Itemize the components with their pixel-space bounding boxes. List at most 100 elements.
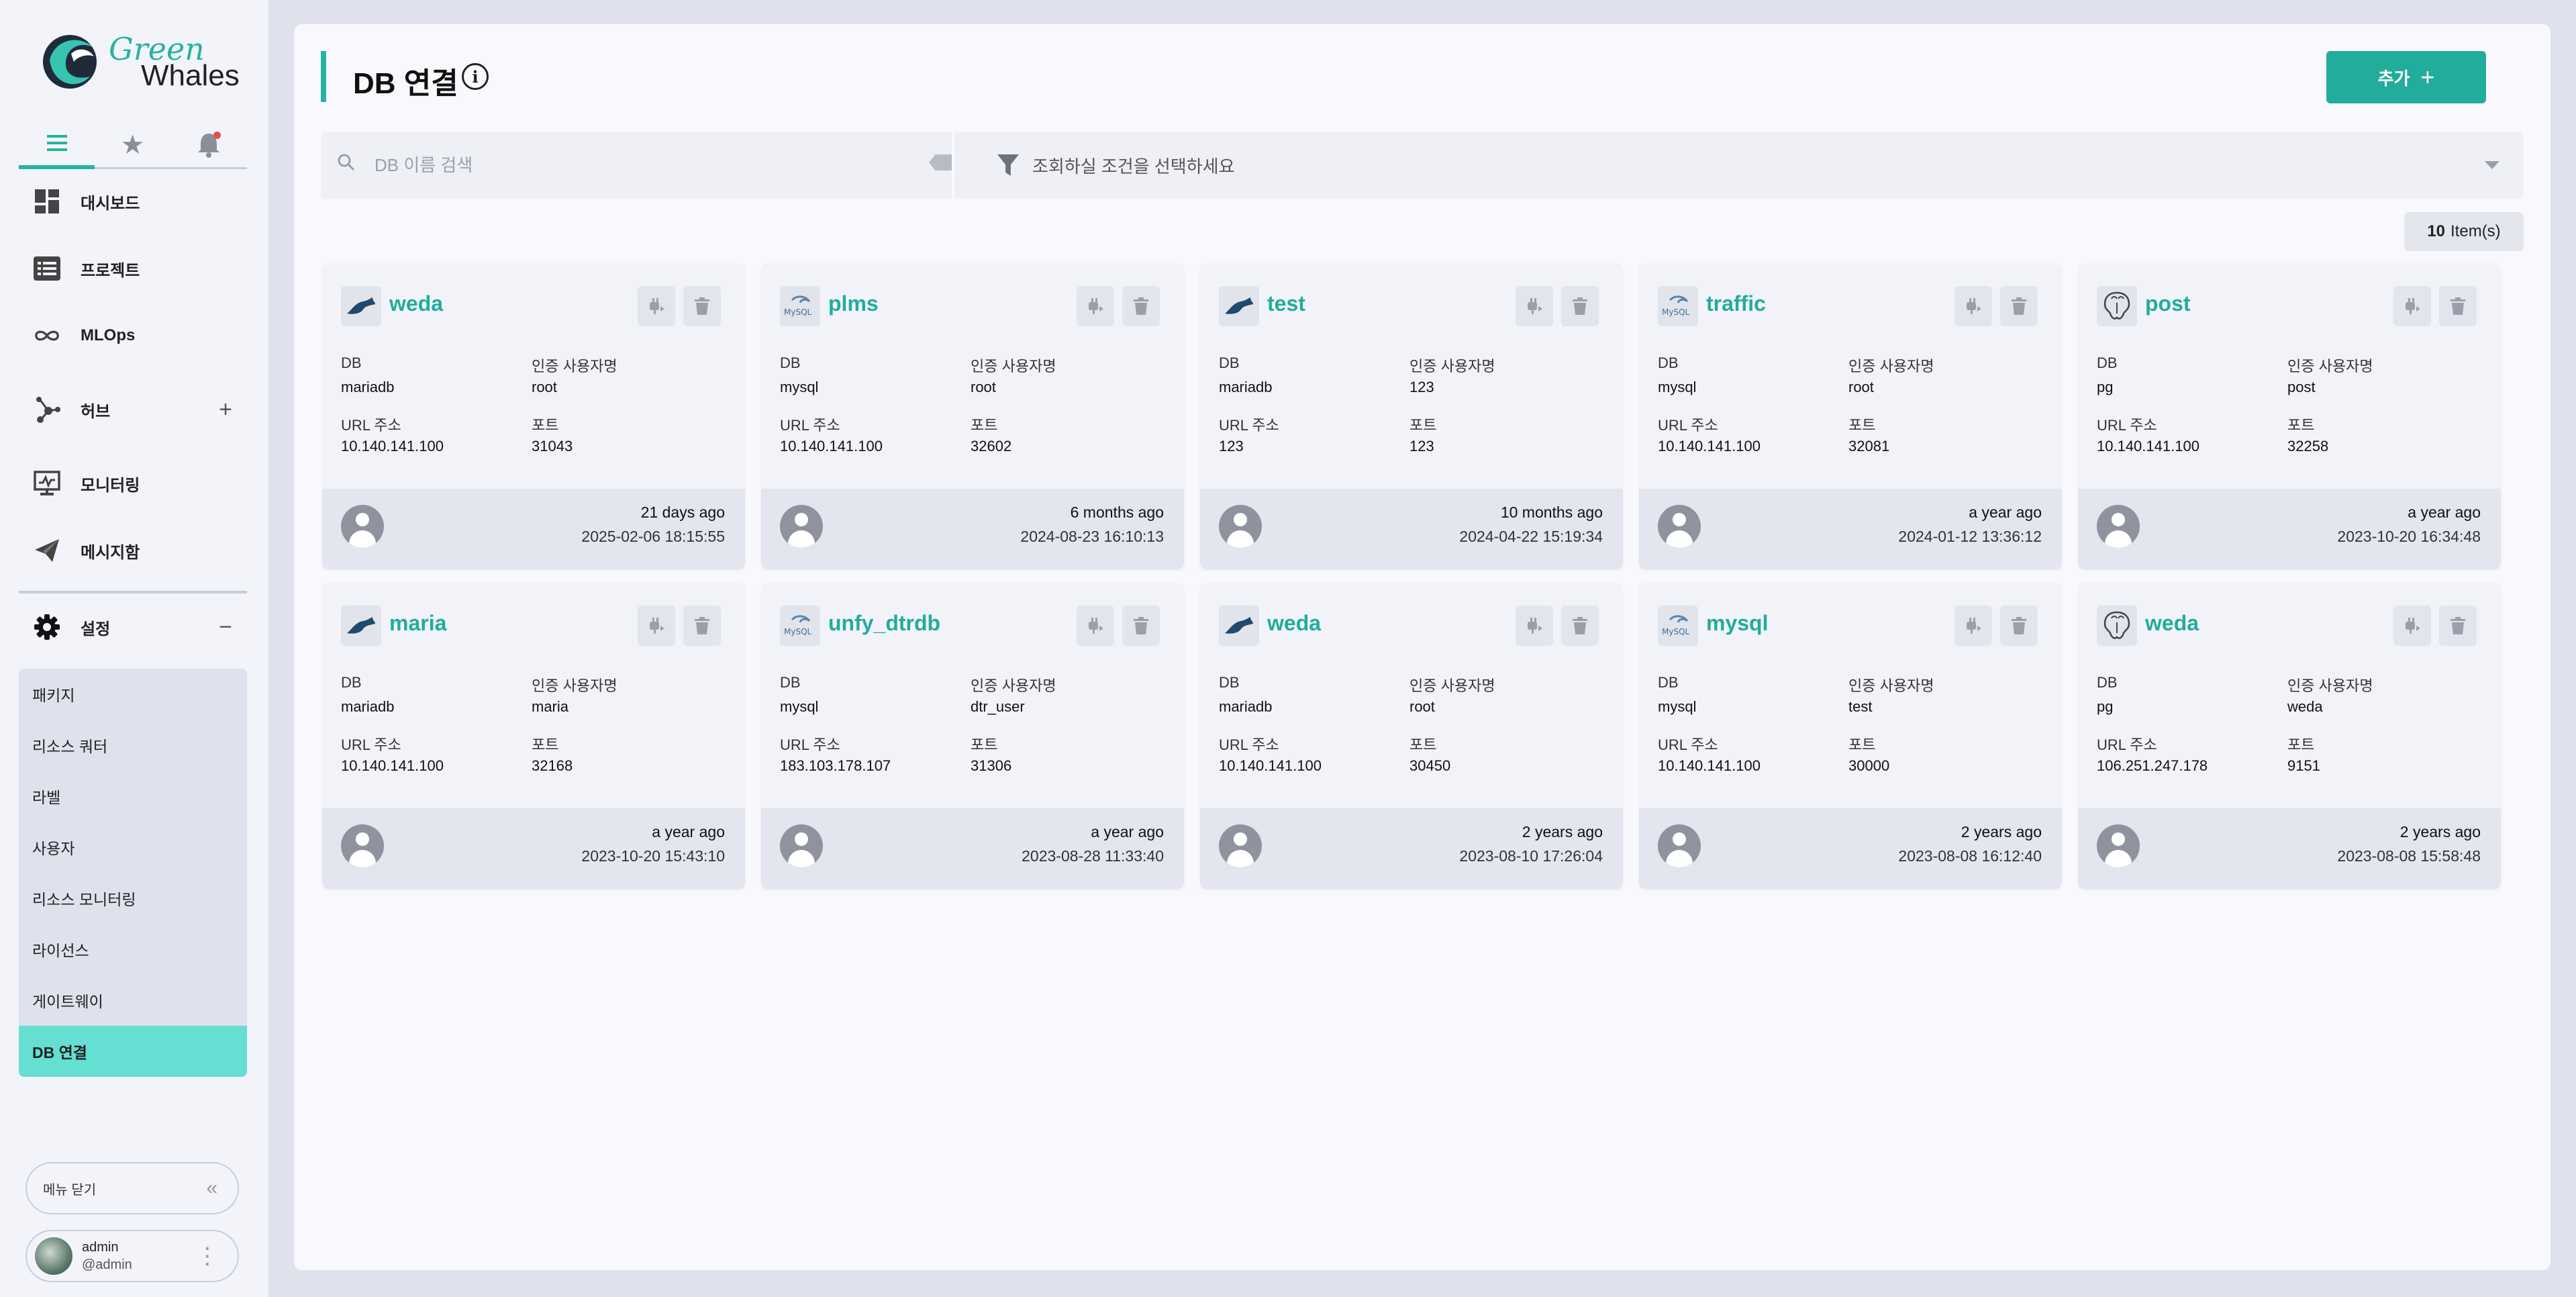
tab-notifications[interactable]: [170, 121, 246, 169]
db-connection-card[interactable]: MySQL unfy_dtrdb DB mysql 인증 사용자명 dtr_us…: [761, 583, 1184, 889]
card-db-name[interactable]: traffic: [1706, 291, 1766, 316]
trash-icon[interactable]: [2439, 606, 2477, 646]
card-db-name[interactable]: test: [1267, 291, 1305, 316]
logo[interactable]: Green Whales: [40, 27, 242, 94]
value-db: pg: [2097, 698, 2114, 715]
clear-input-icon[interactable]: [929, 154, 952, 171]
search-input[interactable]: [375, 152, 885, 179]
connect-plug-icon[interactable]: [1954, 606, 1992, 646]
submenu-item-resource-monitoring[interactable]: 리소스 모니터링: [19, 873, 247, 924]
tab-favorites[interactable]: ★: [95, 121, 170, 169]
collapse-menu-label: 메뉴 닫기: [43, 1182, 97, 1198]
card-db-name[interactable]: unfy_dtrdb: [828, 611, 940, 636]
mysql-logo-icon: MySQL: [1658, 286, 1698, 326]
sidebar-item-mlops[interactable]: MLOps: [19, 305, 247, 367]
collapse-menu-button[interactable]: 메뉴 닫기 «: [26, 1162, 239, 1214]
card-db-name[interactable]: maria: [389, 611, 446, 636]
connect-plug-icon[interactable]: [1516, 606, 1553, 646]
label-url: URL 주소: [1658, 736, 1718, 753]
sidebar-item-settings[interactable]: 설정 −: [19, 596, 247, 658]
value-auth-user: weda: [2287, 698, 2323, 715]
db-connection-card[interactable]: weda DB mariadb 인증 사용자명 root URL 주소 10.1…: [1200, 583, 1623, 889]
db-connection-card[interactable]: MySQL mysql DB mysql 인증 사용자명 test URL 주소…: [1639, 583, 2062, 889]
plus-icon: +: [2420, 63, 2435, 91]
sidebar-item-messages[interactable]: 메시지함: [19, 520, 247, 581]
chevron-down-icon[interactable]: [2485, 161, 2499, 169]
connect-plug-icon[interactable]: [638, 606, 675, 646]
card-db-name[interactable]: plms: [828, 291, 879, 316]
value-port: 31306: [971, 757, 1012, 774]
main-panel: DB 연결 i 추가 + 조회하실 조건을 선택하세요 10 Item(s) w…: [294, 24, 2550, 1270]
value-url: 10.140.141.100: [1219, 757, 1322, 774]
label-port: 포트: [532, 736, 559, 753]
submenu-item-resource-quota[interactable]: 리소스 쿼터: [19, 720, 247, 771]
trash-icon[interactable]: [2000, 606, 2038, 646]
connect-plug-icon[interactable]: [2393, 286, 2431, 326]
connect-plug-icon[interactable]: [1954, 286, 1992, 326]
card-body: post DB pg 인증 사용자명 post URL 주소 10.140.14…: [2078, 263, 2501, 489]
trash-icon[interactable]: [1122, 286, 1160, 326]
value-url: 10.140.141.100: [2097, 438, 2199, 454]
submenu-item-license[interactable]: 라이선스: [19, 924, 247, 975]
filter-select[interactable]: 조회하실 조건을 선택하세요: [1032, 153, 1235, 178]
card-footer: 10 months ago 2024-04-22 15:19:34: [1200, 489, 1623, 569]
label-url: URL 주소: [780, 736, 840, 753]
card-body: weda DB mariadb 인증 사용자명 root URL 주소 10.1…: [1200, 583, 1623, 808]
connect-plug-icon[interactable]: [638, 286, 675, 326]
trash-icon[interactable]: [1561, 286, 1599, 326]
sidebar-item-dashboard[interactable]: 대시보드: [19, 171, 247, 232]
db-connection-card[interactable]: test DB mariadb 인증 사용자명 123 URL 주소 123 포…: [1200, 263, 1623, 569]
trash-icon[interactable]: [2000, 286, 2038, 326]
user-profile[interactable]: admin @admin ⋮: [26, 1230, 239, 1282]
db-connection-card[interactable]: weda DB pg 인증 사용자명 weda URL 주소 106.251.2…: [2078, 583, 2501, 889]
connect-plug-icon[interactable]: [1077, 286, 1114, 326]
trash-icon[interactable]: [1561, 606, 1599, 646]
add-button[interactable]: 추가 +: [2326, 51, 2486, 103]
sidebar-item-monitoring[interactable]: 모니터링: [19, 452, 247, 514]
trash-icon[interactable]: [683, 606, 721, 646]
trash-icon[interactable]: [683, 286, 721, 326]
logo-text-whales: Whales: [141, 59, 240, 92]
sidebar: Green Whales ★ 대시보드 프로젝트 MLOps 허브 + 모니터링…: [0, 0, 268, 1297]
more-vertical-icon[interactable]: ⋮: [196, 1245, 219, 1267]
collapse-minus-icon[interactable]: −: [219, 614, 232, 640]
sidebar-item-label: 모니터링: [81, 476, 140, 495]
submenu-item-label[interactable]: 라벨: [19, 771, 247, 822]
sidebar-item-project[interactable]: 프로젝트: [19, 238, 247, 299]
submenu-item-gateway[interactable]: 게이트웨이: [19, 975, 247, 1026]
db-connection-card[interactable]: post DB pg 인증 사용자명 post URL 주소 10.140.14…: [2078, 263, 2501, 569]
submenu-item-users[interactable]: 사용자: [19, 822, 247, 873]
creator-avatar-icon: [1658, 505, 1701, 548]
label-db: DB: [1219, 674, 1240, 691]
db-connection-card[interactable]: MySQL traffic DB mysql 인증 사용자명 root URL …: [1639, 263, 2062, 569]
card-db-name[interactable]: mysql: [1706, 611, 1768, 636]
creator-avatar-icon: [1219, 505, 1262, 548]
sidebar-item-hub[interactable]: 허브 +: [19, 379, 247, 440]
label-auth-user: 인증 사용자명: [1409, 677, 1495, 694]
expand-plus-icon[interactable]: +: [219, 397, 232, 423]
connect-plug-icon[interactable]: [1516, 286, 1553, 326]
label-port: 포트: [971, 417, 998, 434]
db-connection-card[interactable]: weda DB mariadb 인증 사용자명 root URL 주소 10.1…: [322, 263, 745, 569]
svg-text:MySQL: MySQL: [1662, 307, 1690, 317]
mysql-logo-icon: MySQL: [780, 286, 820, 326]
card-db-name[interactable]: weda: [389, 291, 443, 316]
trash-icon[interactable]: [1122, 606, 1160, 646]
value-url: 106.251.247.178: [2097, 757, 2208, 774]
submenu-item-package[interactable]: 패키지: [19, 669, 247, 720]
card-db-name[interactable]: post: [2145, 291, 2191, 316]
db-connection-card[interactable]: maria DB mariadb 인증 사용자명 maria URL 주소 10…: [322, 583, 745, 889]
info-icon[interactable]: i: [462, 63, 489, 90]
sidebar-item-label: 설정: [81, 620, 111, 638]
db-connection-card[interactable]: MySQL plms DB mysql 인증 사용자명 root URL 주소 …: [761, 263, 1184, 569]
gear-icon: [34, 614, 60, 640]
trash-icon[interactable]: [2439, 286, 2477, 326]
connect-plug-icon[interactable]: [1077, 606, 1114, 646]
card-db-name[interactable]: weda: [2145, 611, 2199, 636]
connect-plug-icon[interactable]: [2393, 606, 2431, 646]
submenu-item-db-connection[interactable]: DB 연결: [19, 1026, 247, 1077]
card-footer: a year ago 2023-08-28 11:33:40: [761, 808, 1184, 889]
card-db-name[interactable]: weda: [1267, 611, 1321, 636]
tab-menu[interactable]: [19, 121, 95, 169]
notification-dot: [213, 132, 221, 139]
